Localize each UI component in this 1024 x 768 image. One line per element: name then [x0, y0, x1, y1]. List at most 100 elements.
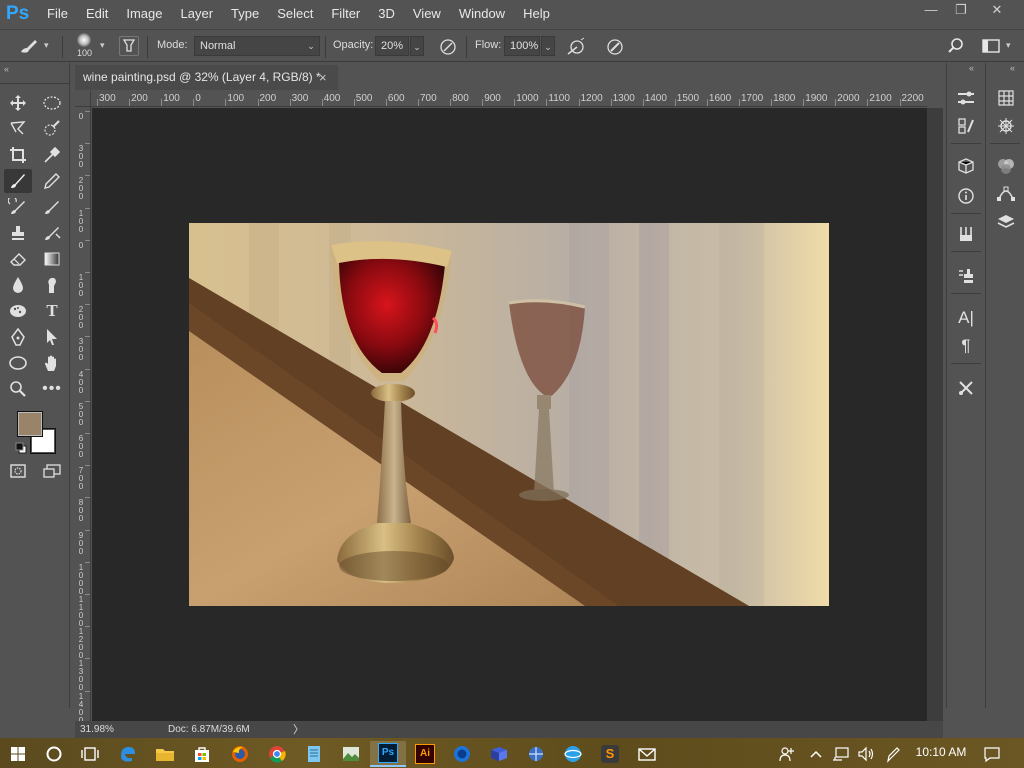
history-brush-icon[interactable] [4, 195, 32, 219]
clone-stamp-icon[interactable] [4, 221, 32, 245]
channels-panel-icon[interactable] [993, 155, 1019, 177]
airbrush-icon[interactable] [565, 37, 587, 60]
network-tool-icon[interactable] [518, 741, 554, 767]
brush-picker-arrow-icon[interactable]: ▾ [100, 40, 105, 51]
path-selection-icon[interactable] [38, 325, 66, 349]
painting-image[interactable] [189, 223, 829, 606]
foreground-color-swatch[interactable] [17, 411, 43, 437]
eyedropper-icon[interactable] [38, 143, 66, 167]
notepad-icon[interactable] [296, 741, 332, 767]
pressure-opacity-icon[interactable] [438, 37, 458, 60]
workspace-icon[interactable] [982, 38, 1000, 57]
blur-tool-icon[interactable] [4, 273, 32, 297]
zoom-level[interactable]: 31.98% [80, 721, 114, 739]
healing-brush-icon[interactable] [38, 221, 66, 245]
layers-panel-icon[interactable] [993, 211, 1019, 233]
zoom-tool-icon[interactable] [4, 377, 32, 401]
pen-icon[interactable] [880, 741, 906, 767]
polygonal-lasso-icon[interactable] [4, 117, 32, 141]
hand-tool-icon[interactable] [38, 351, 66, 375]
ellipse-shape-icon[interactable] [4, 351, 32, 375]
flow-input[interactable]: 100% [504, 36, 540, 56]
notification-icon[interactable] [976, 741, 1008, 767]
search-icon[interactable] [947, 37, 965, 58]
windows-start-icon[interactable] [0, 741, 36, 767]
close-tab-icon[interactable]: × [319, 65, 327, 90]
brushes-panel-icon[interactable] [953, 115, 979, 137]
chrome-icon[interactable] [259, 741, 295, 767]
minimize-button[interactable]: — [914, 0, 948, 20]
screen-mode-icon[interactable] [38, 459, 66, 483]
people-icon[interactable] [772, 741, 802, 767]
info-panel-icon[interactable] [953, 185, 979, 207]
pencil-tool-icon[interactable] [38, 169, 66, 193]
move-tool-icon[interactable] [4, 91, 32, 115]
art-history-brush-icon[interactable] [38, 195, 66, 219]
menu-view[interactable]: View [404, 0, 450, 28]
collapse-panel-icon[interactable]: « [4, 64, 9, 74]
menu-3d[interactable]: 3D [369, 0, 404, 28]
store-icon[interactable] [184, 741, 220, 767]
expand-panels-icon[interactable]: « [1010, 63, 1015, 73]
mode-select[interactable]: Normal [194, 36, 320, 56]
tool-preset-arrow-icon[interactable]: ▾ [44, 40, 49, 51]
opacity-input[interactable]: 20% [375, 36, 409, 56]
clone-source-icon[interactable] [953, 265, 979, 287]
type-tool-icon[interactable]: T [38, 299, 66, 323]
book-icon[interactable] [481, 741, 517, 767]
crop-tool-icon[interactable] [4, 143, 32, 167]
paths-panel-icon[interactable] [993, 183, 1019, 205]
menu-window[interactable]: Window [450, 0, 514, 28]
chevron-up-icon[interactable] [804, 741, 828, 767]
workspace-arrow-icon[interactable]: ▾ [1006, 40, 1011, 51]
illustrator-icon[interactable]: Ai [407, 741, 443, 767]
opacity-dropdown-icon[interactable]: ⌄ [410, 36, 424, 56]
menu-filter[interactable]: Filter [322, 0, 369, 28]
expand-panels-icon[interactable]: « [969, 63, 974, 73]
brush-settings-icon[interactable] [119, 36, 139, 56]
sponge-tool-icon[interactable] [4, 299, 32, 323]
close-button[interactable]: ✕ [980, 0, 1014, 20]
edge-icon[interactable] [110, 741, 146, 767]
photoshop-icon[interactable]: Ps [370, 741, 406, 767]
brush-settings-panel-icon[interactable] [953, 87, 979, 109]
swatches-panel-icon[interactable] [993, 87, 1019, 109]
vertical-scrollbar[interactable] [927, 108, 943, 721]
mail-icon[interactable] [629, 741, 665, 767]
network-icon[interactable] [828, 741, 854, 767]
tool-presets-icon[interactable] [953, 223, 979, 245]
menu-help[interactable]: Help [514, 0, 559, 28]
restore-button[interactable]: ❐ [944, 0, 978, 20]
canvas-area[interactable] [92, 108, 927, 721]
brush-tool-icon[interactable] [4, 169, 32, 193]
document-tab[interactable]: wine painting.psd @ 32% (Layer 4, RGB/8)… [75, 65, 338, 90]
elliptical-marquee-icon[interactable] [38, 91, 66, 115]
menu-layer[interactable]: Layer [172, 0, 223, 28]
default-colors-icon[interactable] [15, 442, 27, 457]
paragraph-panel-icon[interactable]: ¶ [953, 335, 979, 357]
tools-cross-icon[interactable] [953, 377, 979, 399]
cortana-icon[interactable] [36, 741, 72, 767]
brush-tip-preview-icon[interactable] [77, 33, 91, 47]
quick-mask-icon[interactable] [4, 459, 32, 483]
3d-panel-icon[interactable] [953, 155, 979, 177]
file-explorer-icon[interactable] [147, 741, 183, 767]
eraser-tool-icon[interactable] [4, 247, 32, 271]
pen-tool-icon[interactable] [4, 325, 32, 349]
menu-file[interactable]: File [38, 0, 77, 28]
menu-image[interactable]: Image [117, 0, 171, 28]
volume-icon[interactable] [854, 741, 878, 767]
gradient-tool-icon[interactable] [38, 247, 66, 271]
flow-dropdown-icon[interactable]: ⌄ [541, 36, 555, 56]
quick-selection-icon[interactable] [38, 117, 66, 141]
character-panel-icon[interactable]: A| [953, 307, 979, 329]
navigator-panel-icon[interactable] [993, 115, 1019, 137]
sublime-icon[interactable]: S [592, 741, 628, 767]
firefox-dev-icon[interactable] [444, 741, 480, 767]
system-clock[interactable]: 10:10 AM [913, 745, 969, 761]
menu-type[interactable]: Type [222, 0, 268, 28]
brush-tool-icon[interactable] [18, 37, 40, 58]
more-tools-icon[interactable]: ••• [38, 377, 66, 401]
image-viewer-icon[interactable] [333, 741, 369, 767]
status-menu-icon[interactable]: 〉 [293, 721, 304, 739]
